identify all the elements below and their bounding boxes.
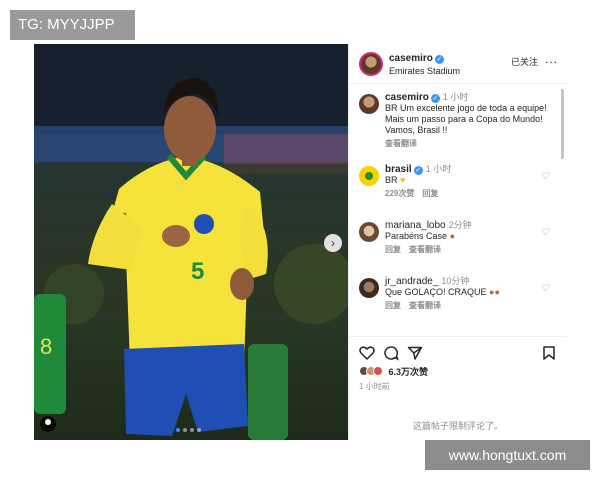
see-translation-link[interactable]: 查看翻译 — [409, 245, 441, 254]
commenter-avatar[interactable] — [359, 222, 379, 242]
share-icon[interactable] — [407, 345, 423, 361]
comment-username[interactable]: brasil — [385, 164, 412, 175]
comment-text: BR ♥ — [385, 175, 406, 185]
comment-item: brasil ✓ 1 小时 BR ♥ 229次赞 回复 ♡ — [359, 164, 555, 208]
comment-text: Que GOLAÇO! CRAQUE ●● — [385, 287, 500, 297]
comment-like-icon[interactable]: ♡ — [541, 172, 551, 182]
comment-like-icon[interactable]: ♡ — [541, 228, 551, 238]
author-avatar[interactable] — [359, 94, 379, 114]
see-translation-link[interactable]: 查看翻译 — [385, 139, 417, 148]
post-header: casemiro ✓ Emirates Stadium 已关注 ... — [349, 44, 567, 84]
svg-text:5: 5 — [191, 258, 204, 285]
post-location[interactable]: Emirates Stadium — [389, 66, 460, 76]
bookmark-icon[interactable] — [541, 345, 557, 361]
post-photo: 8 5 › — [34, 44, 348, 440]
caption-text: BR Um excelente jogo de toda a equipe! M… — [385, 103, 547, 135]
comment-item: mariana_lobo 2分钟 Parabéns Case ● 回复 查看翻译 ♡ — [359, 220, 555, 264]
emoji: ●● — [489, 287, 500, 297]
comment-username[interactable]: casemiro — [385, 92, 429, 103]
carousel-dot — [183, 428, 187, 432]
comments-list[interactable]: casemiro ✓ 1 小时 BR Um excelente jogo de to… — [349, 84, 567, 336]
more-options-icon[interactable]: ... — [545, 52, 558, 66]
comment-username[interactable]: mariana_lobo — [385, 220, 446, 231]
reply-link[interactable]: 回复 — [422, 189, 438, 198]
carousel-next-button[interactable]: › — [324, 234, 342, 252]
commenter-avatar[interactable] — [359, 278, 379, 298]
heart-icon[interactable] — [359, 345, 375, 361]
carousel-indicator — [176, 428, 201, 432]
author-avatar[interactable] — [359, 52, 383, 76]
comment-time: 1 小时 — [425, 164, 452, 174]
emoji: ● — [449, 231, 455, 241]
caption: casemiro ✓ 1 小时 BR Um excelente jogo de to… — [359, 92, 555, 152]
svg-text:8: 8 — [40, 334, 52, 359]
post-sidebar: casemiro ✓ Emirates Stadium 已关注 ... casem… — [348, 44, 567, 440]
comment-time: 10分钟 — [441, 276, 470, 286]
tagged-user-icon[interactable] — [40, 416, 56, 432]
comment-item: jr_andrade_ 10分钟 Que GOLAÇO! CRAQUE ●● 回复… — [359, 276, 555, 320]
comment-like-icon[interactable]: ♡ — [541, 284, 551, 294]
commenter-avatar[interactable] — [359, 166, 379, 186]
player-photo: 8 5 — [34, 44, 348, 440]
watermark-top: TG: MYYJJPP — [10, 10, 135, 40]
post-time: 1 小时前 — [359, 382, 390, 391]
comment-text: Parabéns Case ● — [385, 231, 455, 241]
reply-link[interactable]: 回复 — [385, 301, 401, 310]
comments-limited-notice: 这篇帖子限制评论了。 — [412, 421, 503, 431]
reply-link[interactable]: 回复 — [385, 245, 401, 254]
verified-icon: ✓ — [434, 55, 444, 64]
comments-scrollbar[interactable] — [561, 89, 564, 159]
likes-count[interactable]: 6.3万次赞 — [359, 365, 428, 378]
comment-username[interactable]: jr_andrade_ — [385, 276, 438, 287]
carousel-dot — [197, 428, 201, 432]
see-translation-link[interactable]: 查看翻译 — [409, 301, 441, 310]
carousel-dot — [190, 428, 194, 432]
verified-icon: ✓ — [413, 166, 423, 175]
liker-avatar — [373, 366, 383, 376]
watermark-bottom: www.hongtuxt.com — [425, 440, 590, 470]
comment-icon[interactable] — [383, 345, 399, 361]
verified-icon: ✓ — [430, 94, 440, 103]
yellow-heart-emoji: ♥ — [400, 175, 406, 185]
post-actions: 6.3万次赞 1 小时前 这篇帖子限制评论了。 — [349, 336, 567, 440]
comment-time: 2分钟 — [448, 220, 472, 230]
instagram-post: 8 5 › casemiro ✓ Emirates Stadium 已关注 ..… — [34, 44, 567, 440]
author-username[interactable]: casemiro ✓ — [389, 53, 444, 64]
comment-time: 1 小时 — [442, 92, 469, 102]
following-button[interactable]: 已关注 — [511, 55, 538, 68]
carousel-dot — [176, 428, 180, 432]
comment-like-count[interactable]: 229次赞 — [385, 189, 414, 198]
